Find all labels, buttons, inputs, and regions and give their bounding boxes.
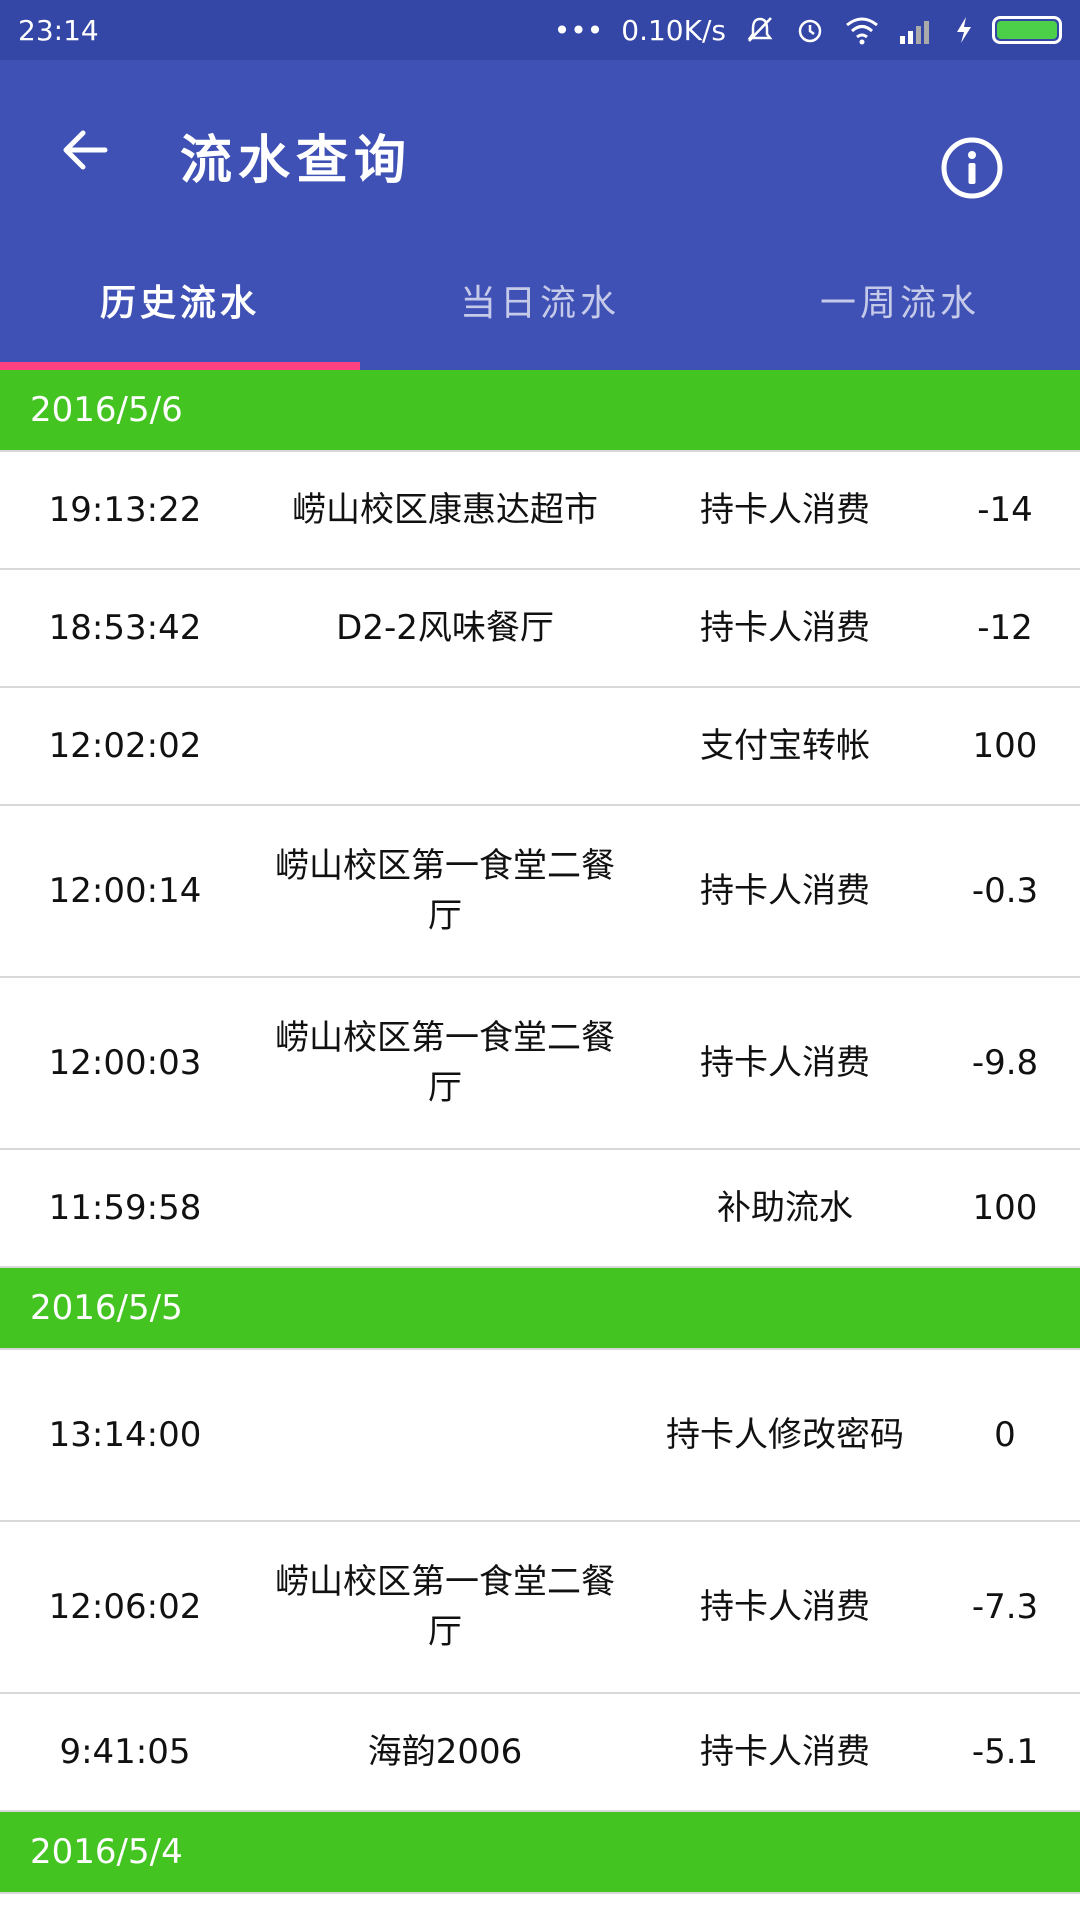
place-cell: 海韵2006 <box>367 1732 523 1772</box>
info-icon <box>941 137 1003 199</box>
date-header: 2016/5/6 <box>0 370 1080 452</box>
time-cell: 12:00:14 <box>48 871 202 911</box>
tab-indicator <box>0 362 360 370</box>
tab-history[interactable]: 历史流水 <box>0 230 360 370</box>
time-cell: 11:59:58 <box>48 1188 202 1228</box>
amount-cell: -14 <box>977 490 1033 530</box>
wifi-icon <box>844 15 880 45</box>
place-cell: 崂山校区第一食堂二餐厅 <box>275 846 615 936</box>
status-time: 23:14 <box>18 13 99 47</box>
back-button[interactable] <box>50 115 120 185</box>
time-cell: 9:41:05 <box>59 1732 191 1772</box>
status-bar: 23:14 ••• 0.10K/s <box>0 0 1080 60</box>
type-cell: 持卡人修改密码 <box>666 1415 904 1455</box>
type-cell: 持卡人消费 <box>700 1043 870 1083</box>
more-dots-icon: ••• <box>553 13 604 47</box>
amount-cell: -7.3 <box>971 1587 1039 1627</box>
table-row[interactable]: 12:00:03 崂山校区第一食堂二餐厅 持卡人消费 -9.8 <box>0 978 1080 1150</box>
place-cell: D2-2风味餐厅 <box>336 608 554 648</box>
time-cell: 18:53:42 <box>48 608 202 648</box>
table-row[interactable]: 9:41:05 海韵2006 持卡人消费 -5.1 <box>0 1694 1080 1812</box>
date-header: 2016/5/4 <box>0 1812 1080 1894</box>
amount-cell: 100 <box>972 726 1038 766</box>
network-speed: 0.10K/s <box>621 13 726 47</box>
date-header: 2016/5/5 <box>0 1268 1080 1350</box>
amount-cell: -5.1 <box>971 1732 1039 1772</box>
type-cell: 持卡人消费 <box>700 490 870 530</box>
amount-cell: 0 <box>994 1415 1016 1455</box>
arrow-back-icon <box>63 130 108 170</box>
type-cell: 补助流水 <box>717 1188 853 1228</box>
table-row[interactable]: 13:14:00 持卡人修改密码 0 <box>0 1350 1080 1522</box>
table-row[interactable]: 12:06:02 崂山校区第一食堂二餐厅 持卡人消费 -7.3 <box>0 1522 1080 1694</box>
tab-bar: 历史流水 当日流水 一周流水 <box>0 230 1080 370</box>
status-icons: ••• 0.10K/s <box>554 14 1062 47</box>
amount-cell: 100 <box>972 1188 1038 1228</box>
type-cell: 持卡人消费 <box>700 608 870 648</box>
place-cell: 崂山校区第一食堂二餐厅 <box>275 1562 615 1652</box>
time-cell: 13:14:00 <box>48 1415 202 1455</box>
amount-cell: -0.3 <box>971 871 1039 911</box>
signal-icon <box>898 16 936 44</box>
type-cell: 支付宝转帐 <box>700 726 870 766</box>
tab-today[interactable]: 当日流水 <box>360 230 720 370</box>
page-title: 流水查询 <box>180 131 413 191</box>
toolbar: 流水查询 <box>0 60 1080 230</box>
amount-cell: -12 <box>977 608 1033 648</box>
place-cell: 崂山校区康惠达超市 <box>292 490 598 530</box>
alarm-icon <box>794 14 826 46</box>
time-cell: 12:02:02 <box>48 726 202 766</box>
time-cell: 12:06:02 <box>48 1587 202 1627</box>
time-cell: 19:13:22 <box>48 490 202 530</box>
type-cell: 持卡人消费 <box>700 1732 870 1772</box>
type-cell: 持卡人消费 <box>700 871 870 911</box>
table-row[interactable]: 18:53:42 D2-2风味餐厅 持卡人消费 -12 <box>0 570 1080 688</box>
charging-icon <box>954 15 974 45</box>
battery-icon <box>992 16 1062 44</box>
type-cell: 持卡人消费 <box>700 1587 870 1627</box>
table-row[interactable]: 12:02:02 支付宝转帐 100 <box>0 688 1080 806</box>
transaction-list[interactable]: 2016/5/6 19:13:22 崂山校区康惠达超市 持卡人消费 -14 18… <box>0 370 1080 1894</box>
place-cell: 崂山校区第一食堂二餐厅 <box>275 1018 615 1108</box>
table-row[interactable]: 19:13:22 崂山校区康惠达超市 持卡人消费 -14 <box>0 452 1080 570</box>
info-button[interactable] <box>939 135 1005 201</box>
amount-cell: -9.8 <box>971 1043 1039 1083</box>
table-row[interactable]: 12:00:14 崂山校区第一食堂二餐厅 持卡人消费 -0.3 <box>0 806 1080 978</box>
time-cell: 12:00:03 <box>48 1043 202 1083</box>
tab-week[interactable]: 一周流水 <box>720 230 1080 370</box>
table-row[interactable]: 11:59:58 补助流水 100 <box>0 1150 1080 1268</box>
mute-icon <box>744 14 776 46</box>
